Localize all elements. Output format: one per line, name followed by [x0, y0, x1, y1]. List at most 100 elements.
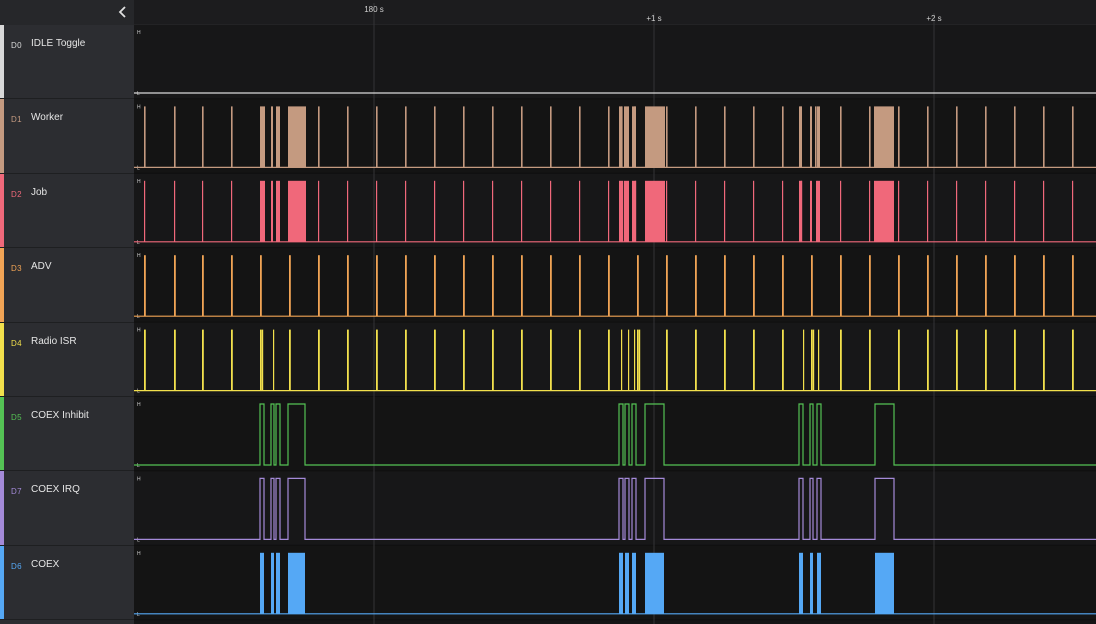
pulse — [463, 180, 465, 242]
waveform-canvas[interactable]: 180 s +1 s +2 s H L H L H L H L H L H L H L H L — [134, 0, 1096, 624]
waveform-plot[interactable]: 180 s +1 s +2 s H L H L H L H L H L H L H L H L — [134, 0, 1096, 624]
pulse-block — [632, 106, 636, 168]
pulse-block — [260, 106, 265, 168]
pulse-block — [645, 106, 665, 168]
pulse — [273, 329, 275, 391]
pulse-block — [875, 552, 894, 614]
channel-name: Job — [31, 186, 48, 198]
pulse-block — [799, 180, 802, 242]
pulse — [1072, 329, 1074, 391]
pulse — [1014, 106, 1016, 168]
pulse — [262, 329, 264, 391]
pulse-block — [271, 106, 273, 168]
pulse — [927, 255, 929, 317]
level-high-label: H — [137, 402, 141, 408]
channel-name: COEX Inhibit — [31, 410, 89, 421]
pulse — [927, 329, 929, 391]
pulse — [782, 106, 784, 168]
time-tick-label: +1 s — [646, 14, 661, 23]
level-low-label: L — [137, 165, 140, 171]
pulse — [492, 255, 494, 317]
pulse — [521, 106, 523, 168]
pulse — [579, 180, 581, 242]
channel-label-d5[interactable]: D5 COEX Inhibit — [0, 397, 134, 472]
pulse — [376, 255, 378, 317]
chevron-left-icon[interactable] — [114, 3, 132, 21]
level-low-label: L — [137, 612, 140, 618]
pulse — [818, 329, 820, 391]
pulse-block — [817, 106, 820, 168]
pulse — [434, 329, 436, 391]
channel-id: D0 — [11, 41, 22, 50]
channel-label-d3[interactable]: D3 ADV — [0, 248, 134, 323]
pulse — [492, 106, 494, 168]
pulse — [463, 329, 465, 391]
pulse — [144, 106, 146, 168]
pulse — [1043, 329, 1045, 391]
pulse — [521, 255, 523, 317]
channel-name: COEX IRQ — [31, 484, 80, 496]
channel-name: Worker — [31, 112, 64, 124]
pulse — [463, 106, 465, 168]
pulse — [985, 180, 987, 242]
channel-label-d1[interactable]: D1 Worker — [0, 99, 134, 174]
pulse — [144, 255, 146, 317]
pulse-block — [619, 106, 622, 168]
pulse — [724, 329, 726, 391]
channel-label-d0[interactable]: D0 IDLE Toggle — [0, 25, 134, 100]
pulse — [803, 329, 805, 391]
level-low-label: L — [137, 240, 140, 246]
level-high-label: H — [137, 179, 141, 185]
pulse — [666, 180, 668, 242]
channel-row-bg — [134, 25, 1096, 100]
pulse — [231, 255, 233, 317]
pulse — [869, 180, 871, 242]
pulse — [898, 255, 900, 317]
channel-color-stripe — [0, 397, 4, 471]
channel-color-stripe — [0, 173, 4, 248]
pulse — [985, 329, 987, 391]
pulse — [318, 180, 320, 242]
pulse-block — [288, 552, 305, 614]
pulse — [608, 255, 610, 317]
channel-label-d2[interactable]: D2 Job — [0, 173, 134, 249]
pulse — [174, 329, 176, 391]
pulse — [637, 329, 639, 391]
pulse — [550, 106, 552, 168]
pulse — [289, 255, 291, 317]
pulse — [956, 255, 958, 317]
pulse-block — [276, 552, 280, 614]
pulse — [927, 180, 929, 242]
pulse — [666, 329, 668, 391]
pulse-block — [271, 552, 274, 614]
level-low-label: L — [137, 389, 140, 395]
pulse — [289, 329, 291, 391]
pulse — [840, 180, 842, 242]
pulse — [898, 106, 900, 168]
pulse — [521, 329, 523, 391]
channel-id: D1 — [11, 115, 22, 125]
pulse — [608, 106, 610, 168]
pulse — [869, 255, 871, 317]
pulse — [260, 329, 262, 391]
pulse — [318, 329, 320, 391]
pulse — [202, 329, 204, 391]
channel-name: Radio ISR — [31, 335, 77, 347]
pulse — [376, 329, 378, 391]
channel-color-stripe — [0, 99, 4, 173]
channel-label-d4[interactable]: D4 Radio ISR — [0, 322, 134, 397]
pulse — [492, 180, 494, 242]
pulse — [1043, 106, 1045, 168]
pulse — [840, 106, 842, 168]
pulse-block — [817, 552, 821, 614]
pulse — [318, 106, 320, 168]
pulse — [840, 329, 842, 391]
pulse — [608, 180, 610, 242]
pulse — [840, 255, 842, 317]
pulse — [174, 180, 176, 242]
channel-label-d6[interactable]: D6 COEX — [0, 545, 134, 621]
pulse — [347, 106, 349, 168]
channel-id: D4 — [11, 338, 22, 348]
channel-label-d7[interactable]: D7 COEX IRQ — [0, 471, 134, 546]
channel-id: D2 — [11, 189, 22, 199]
